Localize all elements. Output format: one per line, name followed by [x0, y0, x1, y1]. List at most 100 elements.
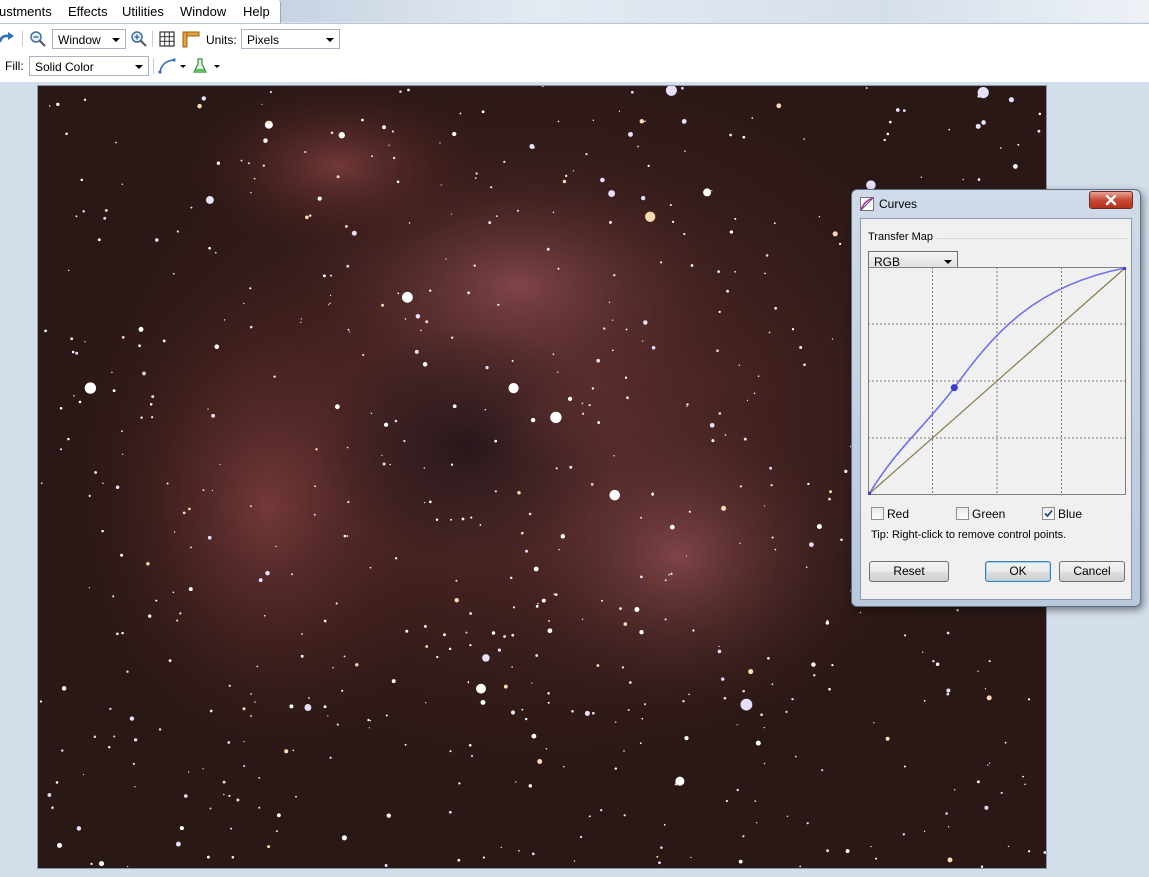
star: [112, 595, 115, 598]
toolbar-separator: [22, 31, 23, 47]
star: [402, 291, 413, 303]
menu-adjustments[interactable]: ustments: [0, 4, 52, 19]
star: [497, 303, 500, 306]
star: [491, 631, 496, 635]
star: [537, 759, 543, 764]
star: [742, 835, 745, 838]
blue-checkbox[interactable]: [1042, 507, 1055, 520]
zoom-out-icon[interactable]: [29, 30, 47, 48]
chevron-down-icon[interactable]: [214, 65, 220, 68]
star: [641, 195, 646, 201]
fill-select[interactable]: Solid Color: [29, 56, 149, 76]
star: [590, 483, 594, 486]
close-button[interactable]: [1089, 191, 1133, 209]
star: [461, 517, 465, 521]
ok-button[interactable]: OK: [985, 561, 1051, 582]
star: [709, 422, 715, 428]
star: [739, 485, 743, 488]
star: [158, 728, 162, 731]
curves-dialog[interactable]: Curves Transfer Map RGB Red Green Blue T…: [851, 189, 1141, 607]
menu-effects[interactable]: Effects: [68, 4, 108, 19]
star: [547, 628, 553, 634]
flask-icon[interactable]: [191, 57, 209, 75]
star: [623, 622, 628, 626]
star: [596, 358, 601, 363]
star: [219, 463, 221, 466]
star: [736, 724, 738, 726]
star: [40, 482, 43, 485]
star: [93, 735, 97, 739]
star: [187, 771, 190, 773]
star: [771, 683, 774, 686]
star: [392, 156, 396, 160]
menu-window[interactable]: Window: [180, 4, 226, 19]
redo-icon[interactable]: [0, 30, 16, 48]
star: [859, 611, 862, 614]
star: [300, 654, 304, 658]
star: [718, 412, 722, 415]
menu-utilities[interactable]: Utilities: [122, 4, 164, 19]
star: [490, 186, 493, 189]
star: [791, 697, 794, 701]
fill-label: Fill:: [5, 59, 24, 73]
zoom-select[interactable]: Window: [52, 29, 126, 49]
star: [149, 403, 153, 406]
toolbar-area: Window Units: Pixels Fill: Solid Color: [0, 23, 1149, 83]
star: [121, 631, 124, 635]
star: [870, 845, 872, 848]
star: [685, 555, 688, 557]
star: [330, 294, 332, 296]
star: [533, 566, 539, 572]
star: [457, 858, 461, 862]
star: [760, 713, 763, 717]
star: [1007, 845, 1010, 848]
red-checkbox[interactable]: [871, 507, 884, 520]
green-checkbox[interactable]: [956, 507, 969, 520]
star: [529, 144, 535, 149]
curve-graph[interactable]: [868, 267, 1126, 495]
star: [588, 404, 591, 407]
star: [726, 289, 730, 293]
star: [567, 396, 573, 402]
cancel-button[interactable]: Cancel: [1059, 561, 1125, 582]
star: [718, 310, 721, 314]
star: [134, 786, 136, 788]
control-point[interactable]: [950, 384, 958, 392]
star: [84, 341, 86, 343]
star: [557, 267, 560, 270]
star: [838, 242, 842, 246]
star: [623, 750, 625, 752]
star: [721, 677, 725, 681]
units-select[interactable]: Pixels: [241, 29, 340, 49]
star: [977, 87, 989, 99]
star: [349, 331, 351, 333]
ruler-icon[interactable]: [182, 30, 200, 48]
star: [742, 135, 746, 139]
star: [188, 507, 191, 511]
star: [509, 576, 513, 580]
curve-shape-icon[interactable]: [158, 57, 176, 75]
star: [317, 196, 322, 201]
grid-icon[interactable]: [158, 30, 176, 48]
star: [269, 91, 272, 94]
star: [396, 180, 400, 184]
star: [672, 220, 675, 223]
menu-help[interactable]: Help: [243, 4, 270, 19]
star: [329, 302, 331, 305]
star: [717, 649, 722, 654]
control-point[interactable]: [1123, 267, 1126, 270]
control-point[interactable]: [868, 492, 871, 495]
star: [254, 701, 256, 703]
star: [88, 587, 90, 589]
star: [809, 542, 814, 547]
star: [485, 365, 489, 370]
chevron-down-icon[interactable]: [180, 65, 186, 68]
star: [765, 254, 769, 257]
star: [341, 835, 347, 841]
star: [829, 490, 832, 494]
star: [554, 593, 558, 596]
star: [651, 492, 654, 495]
star: [791, 328, 795, 331]
zoom-in-icon[interactable]: [130, 30, 148, 48]
reset-button[interactable]: Reset: [869, 561, 949, 582]
